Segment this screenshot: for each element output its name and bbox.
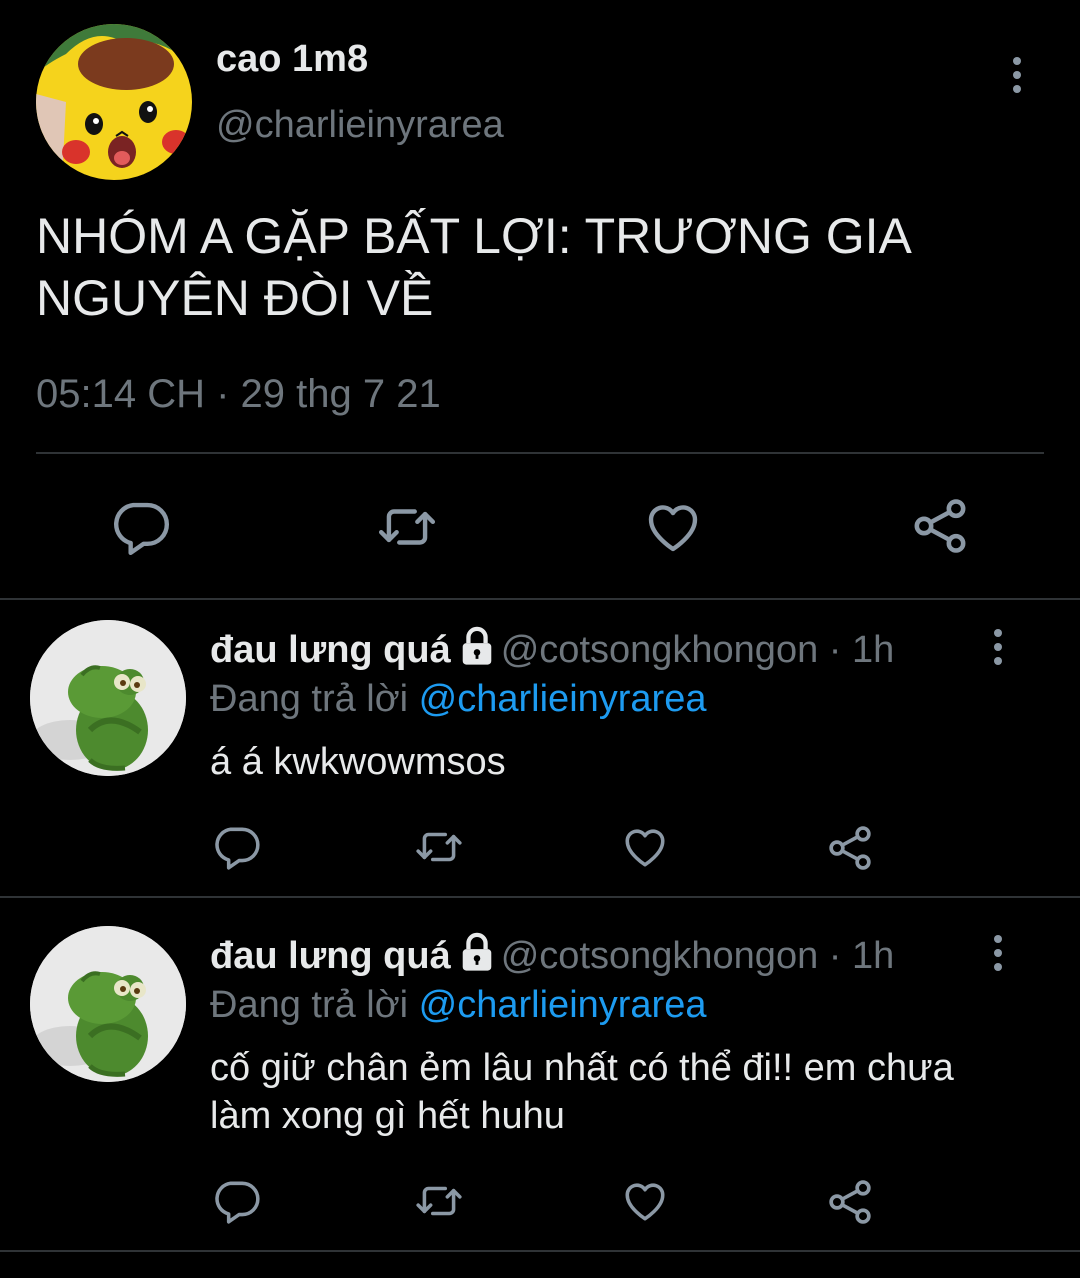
replying-to: Đang trả lời @charlieinyrarea	[210, 676, 706, 722]
reply-icon[interactable]	[212, 1176, 262, 1226]
tweet-timestamp[interactable]: 05:14 CH · 29 thg 7 21	[36, 372, 441, 417]
author-display-name[interactable]: cao 1m8	[216, 38, 368, 81]
kermit-avatar	[30, 926, 186, 1082]
reply-avatar[interactable]	[30, 620, 186, 776]
divider	[0, 1250, 1080, 1252]
replying-label: Đang trả lời	[210, 678, 419, 720]
reply-tweet[interactable]: đau lưng quá @cotsongkhongon · 1h Đang tr…	[0, 906, 1080, 1212]
reply-tweet[interactable]: đau lưng quá @cotsongkhongon · 1h Đang tr…	[0, 600, 1080, 906]
more-icon	[1011, 55, 1023, 95]
replying-label: Đang trả lời	[210, 984, 419, 1026]
reply-icon[interactable]	[110, 496, 172, 558]
mention-link[interactable]: @charlieinyrarea	[419, 984, 707, 1026]
reply-display-name[interactable]: đau lưng quá	[210, 629, 451, 671]
reply-handle[interactable]: @cotsongkhongon	[501, 629, 818, 671]
reply-time: · 1h	[818, 935, 895, 977]
pikachu-avatar	[36, 24, 192, 180]
reply-icon[interactable]	[212, 822, 262, 872]
reply-header: đau lưng quá @cotsongkhongon · 1h	[210, 932, 894, 979]
reply-display-name[interactable]: đau lưng quá	[210, 935, 451, 977]
divider	[36, 452, 1044, 454]
divider	[0, 896, 1080, 898]
more-options-button[interactable]	[978, 928, 1018, 978]
reply-text: á á kwkwowmsos	[210, 741, 506, 783]
more-options-button[interactable]	[997, 50, 1037, 100]
retweet-icon[interactable]	[412, 1176, 466, 1226]
share-icon[interactable]	[908, 494, 972, 558]
like-icon[interactable]	[619, 822, 671, 872]
author-avatar[interactable]	[36, 24, 192, 180]
tweet-text: NHÓM A GẶP BẤT LỢI: TRƯƠNG GIA NGUYÊN ĐÒ…	[36, 208, 910, 326]
like-icon[interactable]	[641, 496, 705, 558]
more-icon	[992, 627, 1004, 667]
reply-header: đau lưng quá @cotsongkhongon · 1h	[210, 626, 894, 673]
more-icon	[992, 933, 1004, 973]
retweet-icon[interactable]	[412, 822, 466, 872]
reply-text: cố giữ chân ẻm lâu nhất có thể đi!! em c…	[210, 1047, 954, 1137]
mention-link[interactable]: @charlieinyrarea	[419, 678, 707, 720]
main-tweet: cao 1m8 @charlieinyrarea NHÓM A GẶP BẤT …	[0, 0, 1080, 600]
like-icon[interactable]	[619, 1176, 671, 1226]
reply-time: · 1h	[818, 629, 895, 671]
author-handle[interactable]: @charlieinyrarea	[216, 104, 504, 147]
share-icon[interactable]	[824, 822, 876, 874]
more-options-button[interactable]	[978, 622, 1018, 672]
retweet-icon[interactable]	[374, 496, 440, 558]
reply-avatar[interactable]	[30, 926, 186, 1082]
kermit-avatar	[30, 620, 186, 776]
replying-to: Đang trả lời @charlieinyrarea	[210, 982, 706, 1028]
lock-icon	[457, 932, 497, 972]
lock-icon	[457, 626, 497, 666]
share-icon[interactable]	[824, 1176, 876, 1228]
reply-handle[interactable]: @cotsongkhongon	[501, 935, 818, 977]
